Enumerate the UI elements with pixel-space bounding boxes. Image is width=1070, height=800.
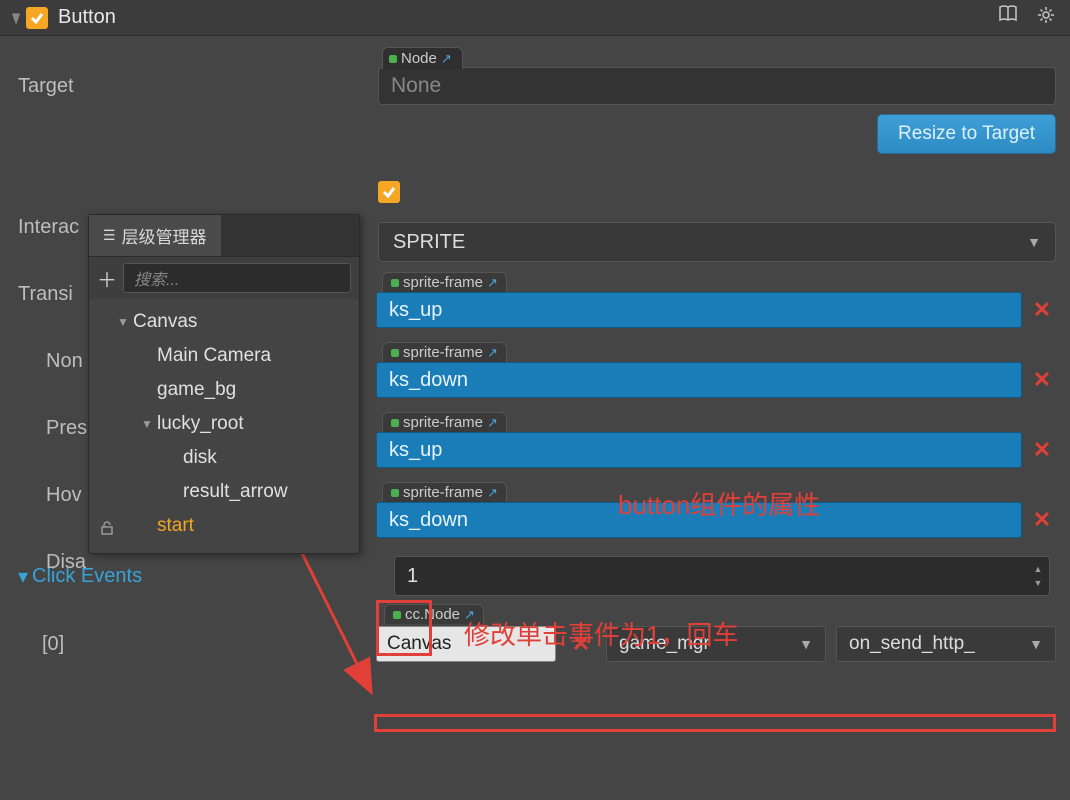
tree-item-canvas[interactable]: ▼Canvas xyxy=(93,305,355,339)
node-type-dot-icon xyxy=(389,55,397,63)
interactable-label: Interac xyxy=(18,216,87,239)
clear-icon[interactable]: ✕ xyxy=(1028,297,1056,323)
transition-select[interactable]: SPRITE ▼ xyxy=(378,222,1056,262)
target-label: Target xyxy=(18,75,378,98)
partial-labels: Interac Transi Non Pres Hov Disa xyxy=(18,216,87,574)
external-link-icon[interactable]: ↗ xyxy=(441,51,452,67)
annotation-text-2: 修改单击事件为1，回车 xyxy=(464,615,738,652)
sprite-tab: sprite-frame ↗ xyxy=(382,342,507,362)
type-dot-icon xyxy=(391,419,399,427)
sprite-tab: sprite-frame ↗ xyxy=(382,272,507,292)
annotation-box-eventrow xyxy=(374,714,1056,732)
type-dot-icon xyxy=(391,489,399,497)
click-events-count-input[interactable]: 1 ▲ ▼ xyxy=(394,556,1050,596)
external-link-icon[interactable]: ↗ xyxy=(487,275,498,291)
event-handler-select[interactable]: on_send_http_ ▼ xyxy=(836,626,1056,662)
component-title: Button xyxy=(58,6,116,29)
type-dot-icon xyxy=(391,279,399,287)
external-link-icon[interactable]: ↗ xyxy=(487,485,498,501)
event-index: [0] xyxy=(42,633,64,656)
hierarchy-search-input[interactable]: 搜索... xyxy=(123,263,351,293)
target-slot-tab: Node ↗ xyxy=(382,47,463,69)
target-value[interactable]: None xyxy=(378,67,1056,105)
hierarchy-tree: ▼Canvas Main Camera game_bg ▼lucky_root … xyxy=(89,299,359,553)
component-header: ▾ Button xyxy=(0,0,1070,36)
collapse-caret-icon[interactable]: ▾ xyxy=(12,4,20,32)
disabled-label: Disa xyxy=(18,551,87,574)
tree-item-start[interactable]: start xyxy=(93,509,355,543)
clear-icon[interactable]: ✕ xyxy=(1028,367,1056,393)
tree-item-game-bg[interactable]: game_bg xyxy=(93,373,355,407)
tree-item-main-camera[interactable]: Main Camera xyxy=(93,339,355,373)
normal-sprite-value[interactable]: ks_up xyxy=(376,292,1022,328)
resize-row: Resize to Target xyxy=(0,114,1070,154)
pressed-label: Pres xyxy=(18,417,87,440)
annotation-text-1: button组件的属性 xyxy=(618,485,820,522)
caret-down-icon[interactable]: ▼ xyxy=(137,417,157,431)
type-dot-icon xyxy=(393,611,401,619)
sprite-tab: sprite-frame ↗ xyxy=(382,412,507,432)
transition-label: Transi xyxy=(18,283,87,306)
hierarchy-panel: ☰ 层级管理器 ＋ 搜索... ▼Canvas Main Camera game… xyxy=(88,214,360,554)
pressed-sprite-value[interactable]: ks_down xyxy=(376,362,1022,398)
target-type: Node xyxy=(401,50,437,67)
stepper-up-icon[interactable]: ▲ xyxy=(1029,563,1047,575)
interactable-row xyxy=(0,168,1070,216)
inactive-tab[interactable] xyxy=(221,215,359,256)
click-events-row: ▾ Click Events 1 ▲ ▼ xyxy=(0,552,1070,600)
normal-label: Non xyxy=(18,350,87,373)
help-book-icon[interactable] xyxy=(998,5,1018,30)
target-row: Target Node ↗ None xyxy=(0,62,1070,110)
tree-item-disk[interactable]: disk xyxy=(93,441,355,475)
tree-item-lucky-root[interactable]: ▼lucky_root xyxy=(93,407,355,441)
tree-icon: ☰ xyxy=(103,227,116,244)
interactable-checkbox[interactable] xyxy=(378,181,400,203)
external-link-icon[interactable]: ↗ xyxy=(487,415,498,431)
hover-sprite-value[interactable]: ks_up xyxy=(376,432,1022,468)
lock-icon[interactable] xyxy=(99,520,115,541)
hierarchy-toolbar: ＋ 搜索... xyxy=(89,257,359,299)
external-link-icon[interactable]: ↗ xyxy=(487,345,498,361)
tree-item-result-arrow[interactable]: result_arrow xyxy=(93,475,355,509)
count-value: 1 xyxy=(407,565,418,588)
clear-icon[interactable]: ✕ xyxy=(1028,437,1056,463)
add-node-icon[interactable]: ＋ xyxy=(97,264,117,293)
hierarchy-tab[interactable]: ☰ 层级管理器 xyxy=(89,215,221,256)
clear-icon[interactable]: ✕ xyxy=(1028,507,1056,533)
target-slot[interactable]: Node ↗ None xyxy=(378,67,1056,105)
stepper-down-icon[interactable]: ▼ xyxy=(1029,577,1047,589)
hover-label: Hov xyxy=(18,484,87,507)
transition-value: SPRITE xyxy=(393,231,465,254)
gear-icon[interactable] xyxy=(1036,5,1056,30)
sprite-tab: sprite-frame ↗ xyxy=(382,482,507,502)
chevron-down-icon: ▼ xyxy=(1029,636,1043,652)
resize-to-target-button[interactable]: Resize to Target xyxy=(877,114,1056,154)
caret-down-icon[interactable]: ▼ xyxy=(113,315,133,329)
type-dot-icon xyxy=(391,349,399,357)
chevron-down-icon: ▼ xyxy=(799,636,813,652)
enable-checkbox[interactable] xyxy=(26,7,48,29)
chevron-down-icon: ▼ xyxy=(1027,234,1041,250)
